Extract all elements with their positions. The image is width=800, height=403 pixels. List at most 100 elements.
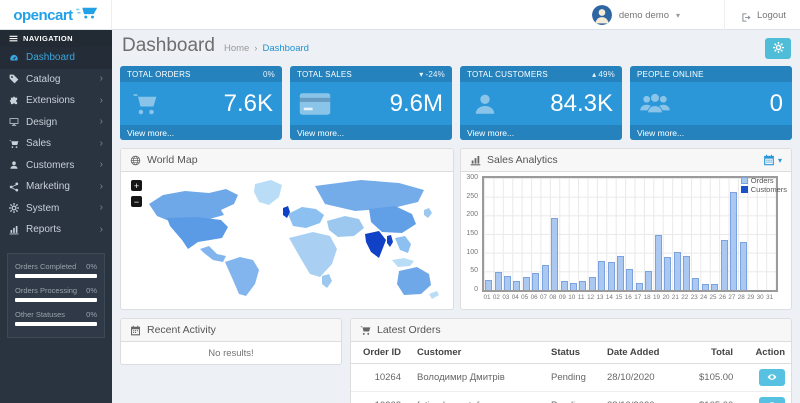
sidebar-item-extensions[interactable]: Extensions› [0, 90, 112, 112]
chart-bar-day-16 [626, 269, 633, 290]
sidebar-item-design[interactable]: Design› [0, 112, 112, 134]
chart-range-button[interactable]: ▾ [763, 154, 782, 166]
sidebar-item-label: Extensions [26, 95, 75, 106]
breadcrumb-separator: › [254, 43, 257, 54]
map-zoom-in-button[interactable]: + [131, 180, 142, 191]
breadcrumb-home[interactable]: Home [224, 43, 249, 54]
dashboard-icon [9, 53, 19, 63]
table-row: 10262fatimah mustafaPending28/10/2020$10… [351, 392, 792, 403]
sales-analytics-title: Sales Analytics [487, 154, 558, 166]
tile-total-orders: TOTAL ORDERS0%7.6KView more... [120, 66, 282, 140]
stat-label: Orders Completed [15, 262, 76, 271]
sidebar-item-label: Design [26, 117, 57, 128]
chart-bar-day-18 [645, 271, 652, 290]
gear-icon [773, 41, 784, 56]
caret-down-icon: ▾ [419, 70, 423, 79]
dashboard-settings-button[interactable] [765, 38, 791, 59]
cart-icon [9, 139, 19, 149]
sidebar-item-label: Catalog [26, 74, 60, 85]
column-action: Action [741, 342, 792, 364]
recent-activity-title: Recent Activity [147, 324, 216, 336]
tile-view-more-link[interactable]: View more... [460, 125, 622, 140]
tile-value: 84.3K [550, 90, 613, 118]
tile-total-sales: TOTAL SALES▾-24%9.6MView more... [290, 66, 452, 140]
world-map-title: World Map [147, 154, 198, 166]
opencart-logo[interactable]: opencart [0, 0, 112, 30]
chevron-right-icon: › [100, 160, 103, 170]
y-axis-tick: 100 [461, 249, 478, 256]
tile-view-more-link[interactable]: View more... [290, 125, 452, 140]
logout-button[interactable]: Logout [724, 0, 786, 30]
top-bar: opencart demo demo ▾ Logout [0, 0, 800, 30]
chart-bar-day-19 [655, 235, 662, 290]
user-menu[interactable]: demo demo ▾ [592, 0, 680, 30]
logo-text: opencart [13, 7, 72, 24]
recent-activity-empty: No results! [121, 342, 341, 365]
chart-bar-day-21 [674, 252, 681, 290]
sidebar-item-reports[interactable]: Reports› [0, 219, 112, 241]
sidebar-item-sales[interactable]: Sales› [0, 133, 112, 155]
tile-view-more-link[interactable]: View more... [630, 125, 792, 140]
y-axis-tick: 150 [461, 230, 478, 237]
cell-customer: fatimah mustafa [409, 392, 543, 403]
chart-bar-day-28 [740, 242, 747, 290]
progress-bar [15, 274, 97, 278]
globe-icon [130, 155, 141, 166]
world-map-panel: World Map [120, 148, 454, 310]
tile-title: TOTAL CUSTOMERS [467, 70, 548, 79]
latest-orders-header: Latest Orders [351, 319, 791, 342]
world-map[interactable] [137, 176, 442, 304]
tile-percent: ▴49% [592, 70, 615, 79]
sidebar-item-label: Reports [26, 224, 61, 235]
sidebar-item-label: System [26, 203, 59, 214]
y-axis-tick: 50 [461, 267, 478, 274]
map-zoom-out-button[interactable]: − [131, 196, 142, 207]
sidebar-item-catalog[interactable]: Catalog› [0, 69, 112, 91]
users-icon [639, 91, 671, 117]
chart-bar-day-07 [542, 265, 549, 290]
chevron-right-icon: › [100, 203, 103, 213]
progress-bar [15, 322, 97, 326]
tile-title: TOTAL ORDERS [127, 70, 191, 79]
latest-orders-panel: Latest Orders Order IDCustomerStatusDate… [350, 318, 792, 403]
table-header-row: Order IDCustomerStatusDate AddedTotalAct… [351, 342, 792, 364]
sidebar-item-customers[interactable]: Customers› [0, 155, 112, 177]
avatar [592, 5, 612, 25]
breadcrumb: Home › Dashboard [224, 43, 309, 54]
puzzle-icon [9, 96, 19, 106]
column-order-id: Order ID [351, 342, 409, 364]
chart-bar-day-25 [711, 284, 718, 290]
eye-icon [767, 398, 777, 403]
view-order-button[interactable] [759, 369, 785, 386]
chevron-right-icon: › [100, 139, 103, 149]
chart-bar-day-14 [608, 262, 615, 290]
chart-bar-day-26 [721, 240, 728, 290]
y-axis-tick: 200 [461, 211, 478, 218]
legend-orders: Orders [741, 176, 787, 185]
latest-orders-table: Order IDCustomerStatusDate AddedTotalAct… [351, 342, 792, 403]
chart-bar-day-04 [513, 281, 520, 290]
sales-chart: OrdersCustomers 050100150200250300010203… [461, 172, 791, 305]
sidebar-nav: DashboardCatalog›Extensions›Design›Sales… [0, 47, 112, 241]
tag-icon [9, 74, 19, 84]
breadcrumb-current[interactable]: Dashboard [262, 43, 308, 54]
chart-bar-day-11 [579, 281, 586, 290]
y-axis-tick: 250 [461, 193, 478, 200]
user-icon [469, 91, 501, 117]
tile-view-more-link[interactable]: View more... [120, 125, 282, 140]
view-order-button[interactable] [759, 397, 785, 403]
sidebar-item-system[interactable]: System › [0, 198, 112, 220]
y-axis-tick: 0 [461, 286, 478, 293]
chart-bar-day-09 [561, 281, 568, 290]
chart-bar-day-10 [570, 283, 577, 290]
stat-label: Orders Processing [15, 286, 77, 295]
stat-orders-completed: Orders Completed0% [15, 262, 97, 278]
stat-tiles: TOTAL ORDERS0%7.6KView more...TOTAL SALE… [120, 66, 792, 140]
sidebar-item-dashboard[interactable]: Dashboard [0, 47, 112, 69]
chart-bar-day-20 [664, 257, 671, 290]
sales-analytics-panel: Sales Analytics ▾ OrdersCustomers 050100… [460, 148, 792, 310]
page-head: Dashboard Home › Dashboard [122, 35, 309, 57]
stat-label: Other Statuses [15, 310, 65, 319]
sidebar-item-marketing[interactable]: Marketing› [0, 176, 112, 198]
latest-orders-title: Latest Orders [377, 324, 441, 336]
